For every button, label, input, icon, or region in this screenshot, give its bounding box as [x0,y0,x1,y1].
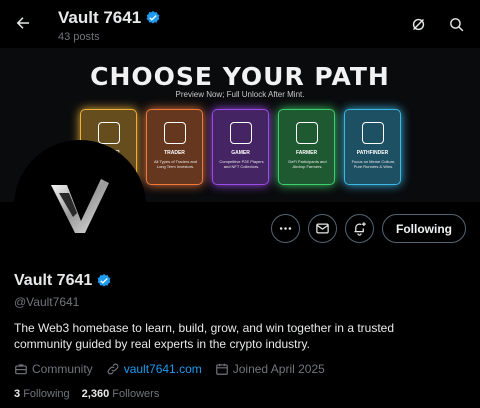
verified-badge-icon [97,274,111,287]
path-card-gamer: GAMER Competitive P2E Players and NFT Col… [212,109,269,185]
header-title: Vault 7641 [58,8,161,28]
path-card-icon [97,122,120,144]
profile-handle: @Vault7641 [14,295,80,309]
path-card-farmer: FARMER DeFi Participants and Airdrop Farm… [278,109,335,185]
path-card-desc: Competitive P2E Players and NFT Collecto… [219,159,264,169]
category-item: Community [14,362,93,376]
post-count: 43 posts [58,31,100,43]
path-card-pathfinder: PATHFINDER Focus on Meme Culture, Pure Ru… [344,109,401,185]
path-card-name: PATHFINDER [356,150,389,156]
following-button[interactable]: Following [382,214,466,243]
message-button[interactable] [308,214,337,243]
bell-plus-icon [354,222,366,236]
website-link[interactable]: vault7641.com [124,362,202,376]
path-card-icon [361,122,384,144]
notifications-button[interactable] [345,214,374,243]
avatar[interactable] [14,140,146,272]
banner-title: CHOOSE YOUR PATH [90,62,390,91]
top-bar: Vault 7641 43 posts [0,0,480,48]
path-card-icon [295,122,318,144]
vault-logo-icon [51,179,109,233]
search-icon [449,17,463,31]
back-button[interactable] [8,8,38,38]
grok-icon [412,18,424,30]
path-card-icon [163,122,186,144]
more-dots-icon [279,227,292,230]
following-stat[interactable]: 3 Following [14,388,70,400]
grok-icon-button[interactable] [404,10,432,38]
path-card-name: TRADER [164,150,185,156]
profile-meta: Community vault7641.com Joined April 202… [14,362,325,376]
joined-text: Joined April 2025 [232,362,325,376]
more-button[interactable] [271,214,300,243]
joined-item: Joined April 2025 [215,362,325,376]
briefcase-icon [15,364,27,375]
verified-badge-icon [146,11,160,24]
following-count: 3 [14,388,21,400]
path-card-desc: Focus on Meme Culture, Pure Runners & Wi… [351,159,396,169]
profile-name: Vault 7641 [14,272,112,290]
profile-bio: The Web3 homebase to learn, build, grow,… [14,321,395,351]
followers-label: Followers [112,388,160,400]
arrow-left-icon [16,17,29,29]
path-card-desc: DeFi Participants and Airdrop Farmers. [288,159,327,169]
website-item[interactable]: vault7641.com [106,362,202,376]
category-text: Community [32,362,93,376]
envelope-icon [316,223,329,234]
search-button[interactable] [442,10,470,38]
path-card-name: GAMER [231,150,250,156]
following-label: Following [23,388,70,400]
path-card-trader: TRADER All Types of Traders and Long Term… [146,109,203,185]
header-title-text: Vault 7641 [58,8,142,27]
followers-count: 2,360 [81,388,110,400]
profile-name-text: Vault 7641 [14,272,93,289]
calendar-icon [215,363,228,375]
path-card-icon [229,122,252,144]
path-card-desc: All Types of Traders and Long Term Inves… [153,159,198,169]
followers-stat[interactable]: 2,360 Followers [82,388,160,400]
path-card-name: FARMER [295,150,318,156]
link-icon [107,363,119,375]
profile-actions: Following [271,214,466,243]
banner-subtitle: Preview Now; Full Unlock After Mint. [175,90,305,99]
follow-stats: 3 Following 2,360 Followers [14,388,159,400]
